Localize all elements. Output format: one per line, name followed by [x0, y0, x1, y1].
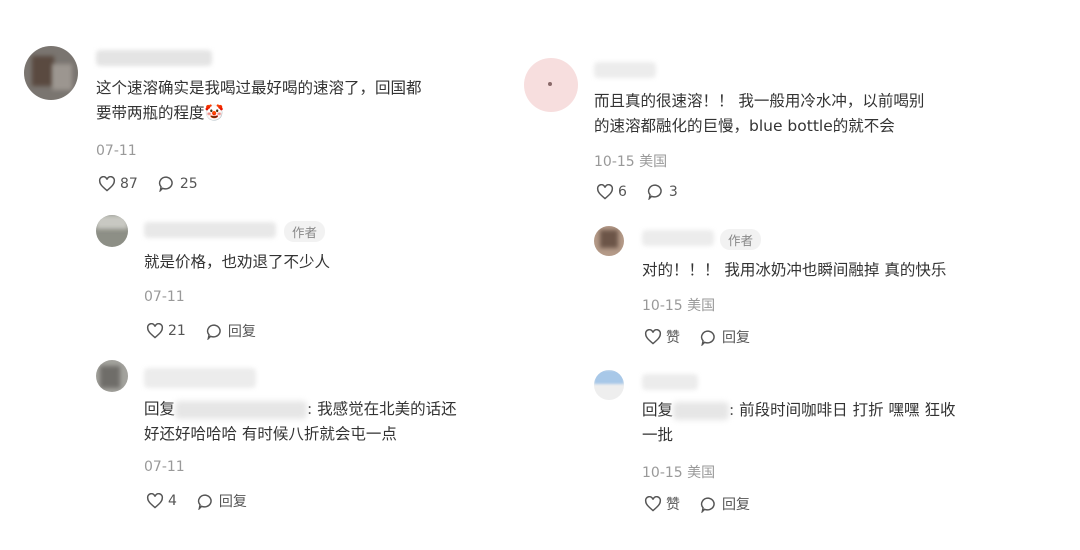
username-blurred[interactable]: [96, 50, 212, 66]
reply-count-button[interactable]: 25: [158, 175, 198, 192]
avatar[interactable]: [96, 215, 128, 247]
reply-location: 美国: [687, 465, 716, 481]
mention-blurred[interactable]: [175, 400, 308, 419]
reply-text: 回复 : 我感觉在北美的话还 好还好哈哈哈 有时候八折就会屯一点: [144, 397, 457, 447]
reply-button[interactable]: 回复: [206, 321, 256, 341]
heart-icon: [644, 496, 662, 512]
reply-actions: 21 回复: [146, 321, 276, 341]
like-label: 赞: [666, 497, 680, 513]
like-count: 4: [168, 493, 177, 509]
reply-label: 回复: [722, 330, 750, 346]
like-button[interactable]: 4: [146, 493, 177, 509]
comment-text: 而且真的很速溶！！ 我一般用冷水冲，以前喝别 的速溶都融化的巨慢，blue bo…: [594, 89, 924, 139]
reply-text: 就是价格，也劝退了不少人: [144, 253, 331, 271]
heart-icon: [644, 329, 662, 345]
like-label: 赞: [666, 330, 680, 346]
avatar[interactable]: [96, 360, 128, 392]
comment-date: 07-11: [96, 143, 137, 159]
reply-text-line: 回复 : 前段时间咖啡日 打折 嘿嘿 狂收: [642, 398, 955, 423]
like-count: 6: [618, 183, 627, 200]
comment-date: 10-15: [594, 154, 635, 170]
like-button[interactable]: 87: [98, 175, 138, 192]
author-badge: 作者: [720, 229, 762, 250]
reply-count: 25: [179, 175, 198, 192]
reply-label: 回复: [227, 324, 256, 340]
reply-prefix: 回复: [642, 401, 674, 419]
heart-icon: [596, 183, 614, 200]
comment-meta: 10-15 美国: [594, 151, 667, 171]
reply-actions: 赞 回复: [644, 494, 770, 514]
heart-icon: [146, 323, 164, 339]
clown-emoji: 🤡: [204, 104, 224, 122]
username-blurred[interactable]: [642, 374, 698, 390]
username-blurred[interactable]: [642, 230, 714, 246]
reply-button[interactable]: 回复: [700, 327, 750, 347]
reply-date: 07-11: [144, 459, 185, 475]
reply-count: 3: [668, 183, 678, 200]
reply-text: 对的！！！ 我用冰奶冲也瞬间融掉 真的快乐: [642, 261, 947, 279]
comment-text: 这个速溶确实是我喝过最好喝的速溶了，回国都 要带两瓶的程度🤡: [96, 76, 422, 126]
reply-text: 回复 : 前段时间咖啡日 打折 嘿嘿 狂收 一批: [642, 398, 955, 448]
reply-text-line: 好还好哈哈哈 有时候八折就会屯一点: [144, 425, 397, 443]
reply-date: 07-11: [144, 289, 185, 305]
comment-actions: 6 3: [596, 183, 698, 200]
mention-blurred[interactable]: [673, 401, 730, 420]
comment-bubble-icon: [700, 329, 715, 346]
like-button[interactable]: 6: [596, 183, 627, 200]
comment-location: 美国: [639, 154, 668, 170]
reply-meta: 10-15 美国: [642, 462, 715, 482]
reply-meta: 10-15 美国: [642, 295, 715, 315]
reply-text-part: : 前段时间咖啡日 打折 嘿嘿 狂收: [729, 401, 956, 419]
comment-bubble-icon: [197, 493, 212, 510]
reply-actions: 4 回复: [146, 491, 267, 511]
like-count: 87: [120, 175, 138, 192]
avatar[interactable]: [24, 46, 78, 100]
reply-text-line: 回复 : 我感觉在北美的话还: [144, 397, 457, 422]
reply-date: 10-15: [642, 298, 683, 314]
avatar[interactable]: [524, 58, 578, 112]
comment-bubble-icon: [700, 496, 715, 513]
avatar[interactable]: [594, 370, 624, 400]
heart-icon: [146, 493, 164, 509]
comment-text-line: 这个速溶确实是我喝过最好喝的速溶了，回国都: [96, 79, 422, 97]
comment-bubble-icon: [206, 323, 221, 340]
reply-text-part: : 我感觉在北美的话还: [307, 400, 457, 418]
reply-prefix: 回复: [144, 400, 176, 418]
author-badge: 作者: [284, 221, 326, 242]
comment-text-line: 而且真的很速溶！！ 我一般用冷水冲，以前喝别: [594, 92, 925, 110]
reply-button[interactable]: 回复: [197, 491, 247, 511]
reply-text-line: 一批: [642, 426, 674, 444]
username-blurred[interactable]: [144, 368, 256, 388]
comment-bubble-icon: [647, 184, 662, 200]
comment-text-line: 要带两瓶的程度🤡: [96, 101, 422, 126]
username-blurred[interactable]: [594, 62, 656, 78]
reply-actions: 赞 回复: [644, 327, 770, 347]
reply-label: 回复: [218, 494, 247, 510]
comment-text-line: 的速溶都融化的巨慢，blue bottle的就不会: [594, 117, 895, 135]
like-button[interactable]: 21: [146, 323, 186, 339]
reply-location: 美国: [687, 298, 716, 314]
avatar[interactable]: [594, 226, 624, 256]
username-blurred[interactable]: [144, 222, 276, 238]
comment-text-part: 要带两瓶的程度: [96, 104, 205, 122]
comment-actions: 87 25: [98, 175, 218, 192]
like-button[interactable]: 赞: [644, 327, 680, 347]
like-button[interactable]: 赞: [644, 494, 680, 514]
like-count: 21: [168, 323, 186, 339]
reply-label: 回复: [722, 497, 750, 513]
reply-date: 10-15: [642, 465, 683, 481]
comment-bubble-icon: [158, 176, 173, 192]
reply-button[interactable]: 回复: [700, 494, 750, 514]
heart-icon: [98, 175, 116, 192]
reply-count-button[interactable]: 3: [647, 183, 678, 200]
